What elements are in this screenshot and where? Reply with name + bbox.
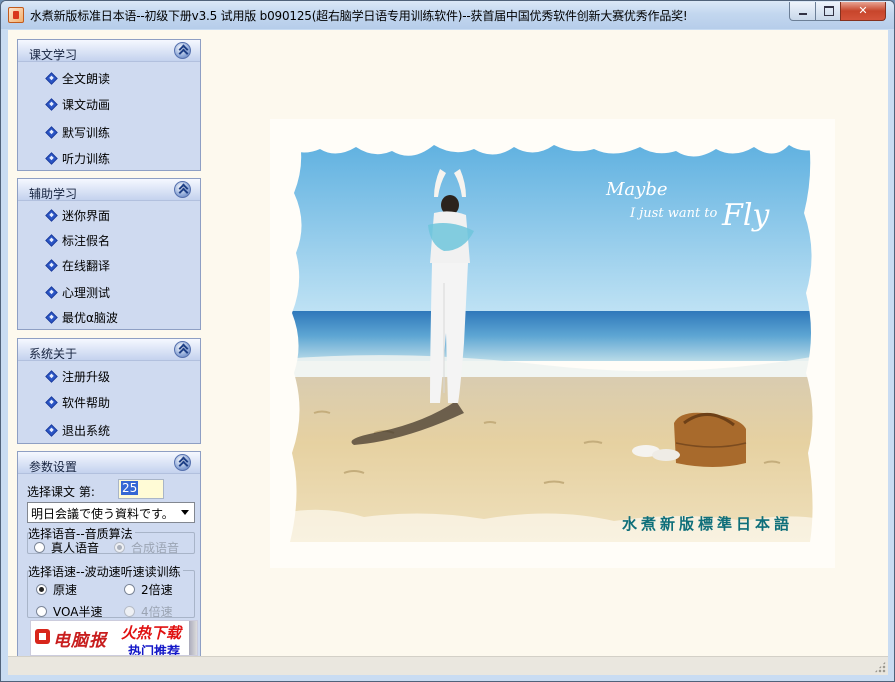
nav-annotate-kana[interactable]: 标注假名 (45, 232, 110, 249)
nav-lesson-animation[interactable]: 课文动画 (45, 96, 110, 113)
panel-title: 辅助学习 (29, 187, 78, 201)
bullet-diamond-icon (45, 424, 58, 437)
lesson-number-input[interactable]: 25 (118, 479, 164, 499)
radio-indicator (36, 606, 47, 617)
ad-brand: 电脑报 (53, 631, 107, 651)
nav-dictation-training[interactable]: 默写训练 (45, 124, 110, 141)
panel-header[interactable]: 辅助学习 (18, 179, 200, 201)
chevron-down-icon[interactable] (181, 510, 189, 515)
nav-online-translate[interactable]: 在线翻译 (45, 257, 110, 274)
voice-groupbox: 选择语音--音质算法 真人语音 合成语音 (27, 525, 195, 556)
nav-psych-test[interactable]: 心理测试 (45, 284, 110, 301)
ad-hot-download: 火热下载 (121, 624, 182, 642)
title-bar[interactable]: 水煮新版标准日本语--初级下册v3.5 试用版 b090125(超右脑学日语专用… (1, 1, 894, 29)
radio-normal-speed[interactable]: 原速 (36, 581, 77, 598)
collapse-icon[interactable] (174, 454, 191, 471)
nav-listening-training[interactable]: 听力训练 (45, 150, 110, 167)
ad-scroll-edge (189, 621, 197, 655)
params-panel: 参数设置 选择课文 第: 25 明日会議で使う資料です。 选择语音--音质算法 … (17, 451, 201, 661)
beach-scene-image: Maybe I just want to Fly 水煮新版標準日本語 (284, 133, 822, 542)
panel-header[interactable]: 系统关于 (18, 339, 200, 361)
close-button[interactable]: ✕ (840, 2, 886, 21)
panel-header[interactable]: 课文学习 (18, 40, 200, 62)
caption-maybe: Maybe (605, 179, 668, 200)
app-icon (8, 7, 24, 23)
nav-register-upgrade[interactable]: 注册升级 (45, 368, 110, 385)
radio-real-voice[interactable]: 真人语音 (34, 539, 99, 556)
client-area: 课文学习 全文朗读 课文动画 默写训练 听力训练 辅助学习 迷你界面 标注假名 … (8, 30, 888, 675)
panel-title: 课文学习 (29, 48, 78, 62)
bullet-diamond-icon (45, 152, 58, 165)
splash-image-frame: Maybe I just want to Fly 水煮新版標準日本語 (270, 119, 835, 568)
bullet-diamond-icon (45, 234, 58, 247)
lesson-study-panel: 课文学习 全文朗读 课文动画 默写训练 听力训练 (17, 39, 201, 171)
panel-title: 系统关于 (29, 347, 78, 361)
radio-synth-voice: 合成语音 (114, 539, 179, 556)
collapse-icon[interactable] (174, 42, 191, 59)
bullet-diamond-icon (45, 370, 58, 383)
nav-alpha-brainwave[interactable]: 最优α脑波 (45, 309, 118, 326)
panel-header[interactable]: 参数设置 (18, 452, 200, 474)
system-panel: 系统关于 注册升级 软件帮助 退出系统 (17, 338, 201, 444)
caption-just-want: I just want to (629, 206, 718, 221)
radio-2x-speed[interactable]: 2倍速 (124, 581, 173, 598)
radio-voa-half-speed[interactable]: VOA半速 (36, 603, 102, 620)
brand-logo-icon (35, 629, 50, 644)
nav-software-help[interactable]: 软件帮助 (45, 394, 110, 411)
radio-indicator (124, 606, 135, 617)
nav-exit-system[interactable]: 退出系统 (45, 422, 110, 439)
status-bar (8, 656, 888, 675)
maximize-button[interactable] (815, 2, 841, 21)
bullet-diamond-icon (45, 286, 58, 299)
dropdown-value: 明日会議で使う資料です。 (31, 507, 174, 521)
panel-title: 参数设置 (29, 460, 78, 474)
bullet-diamond-icon (45, 209, 58, 222)
radio-indicator (114, 542, 125, 553)
ad-banner[interactable]: 电脑报 火热下载 热门推荐 (30, 620, 198, 656)
collapse-icon[interactable] (174, 181, 191, 198)
beach-photo: Maybe I just want to Fly 水煮新版標準日本語 (284, 133, 822, 542)
select-lesson-label: 选择课文 第: (27, 485, 95, 499)
bullet-diamond-icon (45, 311, 58, 324)
speed-groupbox: 选择语速--波动速听速读训练 原速 2倍速 VOA半速 4倍速 (27, 563, 195, 620)
app-window: 水煮新版标准日本语--初级下册v3.5 试用版 b090125(超右脑学日语专用… (0, 0, 895, 682)
speed-group-label: 选择语速--波动速听速读训练 (28, 563, 183, 580)
bullet-diamond-icon (45, 98, 58, 111)
ad-hot-recommend: 热门推荐 (128, 645, 181, 656)
bullet-diamond-icon (45, 126, 58, 139)
bullet-diamond-icon (45, 396, 58, 409)
aux-study-panel: 辅助学习 迷你界面 标注假名 在线翻译 心理测试 最优α脑波 (17, 178, 201, 330)
radio-indicator (34, 542, 45, 553)
window-title: 水煮新版标准日本语--初级下册v3.5 试用版 b090125(超右脑学日语专用… (30, 9, 688, 23)
minimize-button[interactable] (789, 2, 816, 21)
nav-mini-interface[interactable]: 迷你界面 (45, 207, 110, 224)
radio-indicator (124, 584, 135, 595)
caption-fly: Fly (721, 198, 770, 233)
resize-grip-icon[interactable] (874, 661, 886, 673)
radio-4x-speed: 4倍速 (124, 603, 173, 620)
nav-full-text-reading[interactable]: 全文朗读 (45, 70, 110, 87)
bullet-diamond-icon (45, 72, 58, 85)
lesson-title-dropdown[interactable]: 明日会議で使う資料です。 (27, 502, 195, 523)
collapse-icon[interactable] (174, 341, 191, 358)
watermark-text: 水煮新版標準日本語 (622, 515, 793, 533)
radio-indicator (36, 584, 47, 595)
bullet-diamond-icon (45, 259, 58, 272)
